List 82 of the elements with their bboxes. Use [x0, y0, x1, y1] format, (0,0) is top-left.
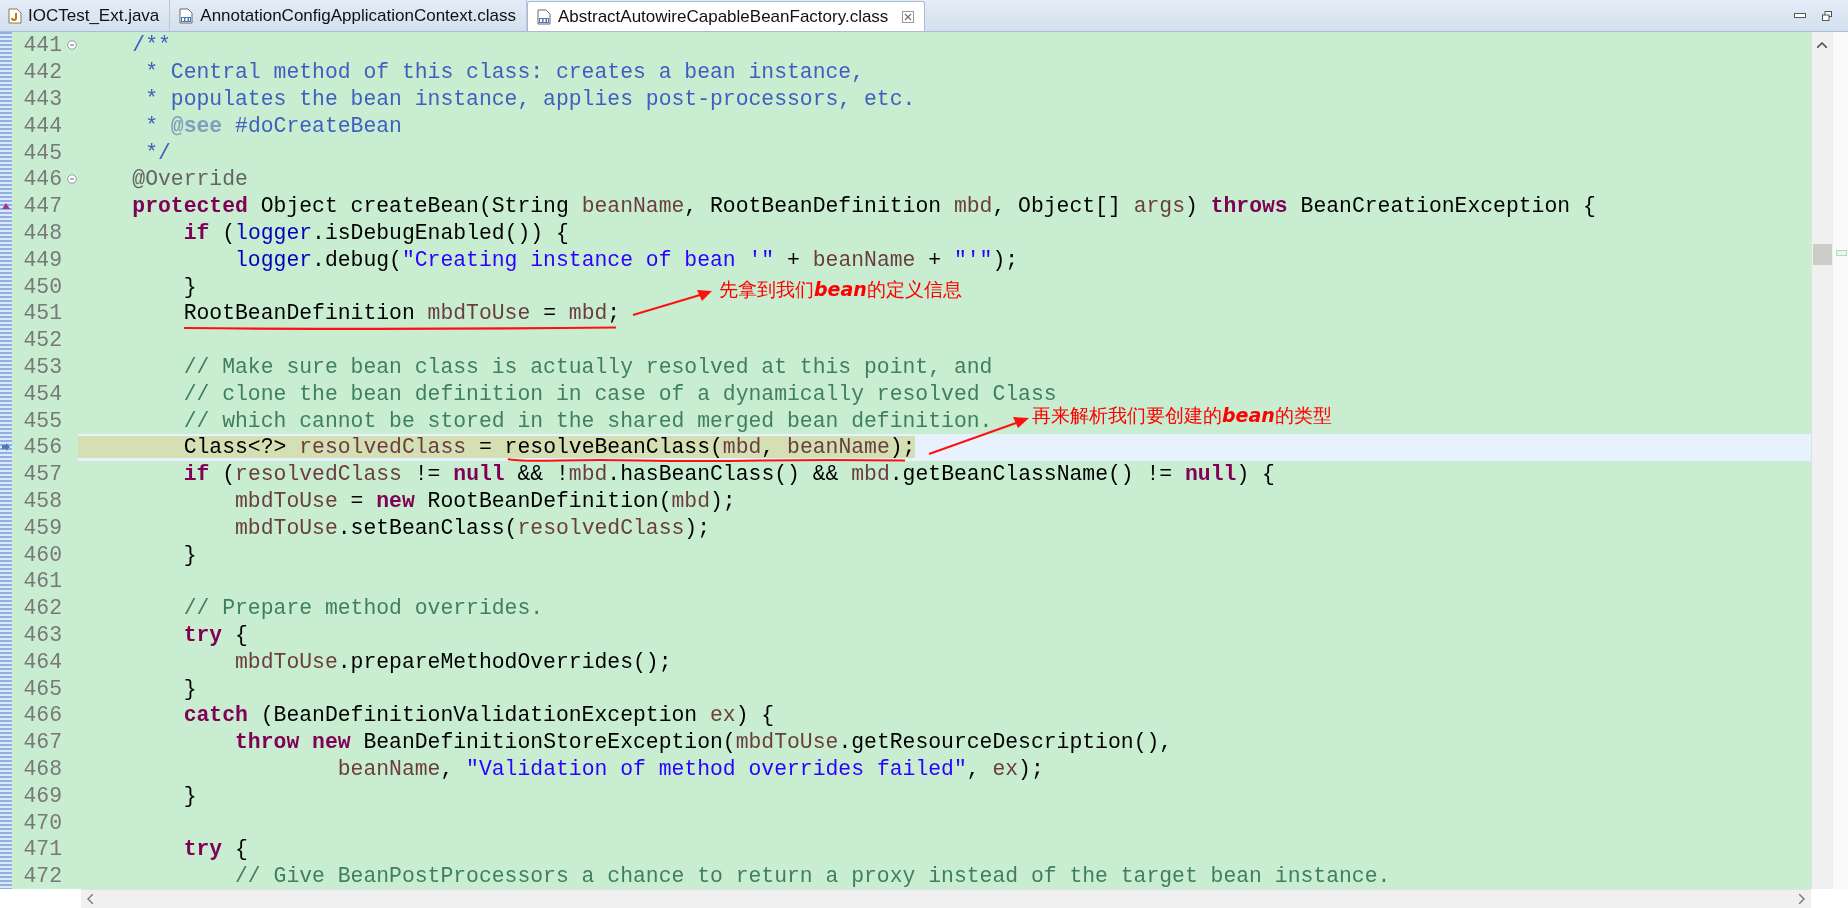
line-number: 455	[22, 409, 62, 432]
line-number: 463	[22, 623, 62, 646]
class-file-icon	[178, 7, 195, 24]
code-line: mbdToUse.prepareMethodOverrides();	[234, 650, 672, 673]
code-line: }	[182, 275, 197, 298]
code-line: // Prepare method overrides.	[182, 597, 544, 620]
line-number: 448	[22, 221, 62, 244]
vertical-scrollbar[interactable]	[1811, 32, 1833, 889]
line-number: 458	[22, 489, 62, 512]
line-number: 441	[22, 34, 62, 57]
line-number: 461	[22, 570, 62, 593]
code-line: /**	[131, 34, 171, 57]
overview-marker[interactable]	[1836, 250, 1847, 256]
close-icon[interactable]	[902, 10, 915, 23]
line-number: 442	[22, 61, 62, 84]
line-number: 467	[22, 731, 62, 754]
horizontal-scrollbar[interactable]	[81, 889, 1811, 908]
arrow-marker-icon	[2, 443, 10, 452]
maximize-icon[interactable]	[1822, 10, 1832, 21]
code-line: catch (BeanDefinitionValidationException ex) {	[182, 704, 775, 727]
editor-tab[interactable]: IOCTest_Ext.java	[0, 0, 171, 31]
line-number: 468	[22, 757, 62, 780]
line-number: 446	[22, 168, 62, 191]
code-line: }	[182, 677, 197, 700]
minimize-icon[interactable]	[1794, 12, 1806, 19]
code-line: try {	[182, 623, 248, 646]
collapse-icon[interactable]	[66, 174, 77, 185]
code-line: mbdToUse.setBeanClass(resolvedClass);	[234, 516, 710, 539]
editor-tab[interactable]: AbstractAutowireCapableBeanFactory.class	[526, 1, 926, 31]
line-number: 462	[22, 597, 62, 620]
code-line: beanName, "Validation of method overrides failed", ex);	[336, 757, 1044, 780]
line-number: 454	[22, 382, 62, 405]
line-number: 466	[22, 704, 62, 727]
line-number: 465	[22, 677, 62, 700]
code-line: * Central method of this class: creates a bean instance,	[144, 61, 865, 84]
class-file-icon	[535, 8, 552, 25]
line-number: 470	[22, 811, 62, 834]
scroll-right-icon[interactable]	[1799, 894, 1805, 904]
code-line: // which cannot be stored in the shared merged bean definition.	[182, 409, 993, 432]
code-line: if (resolvedClass != null && !mbd.hasBeanClass() && mbd.getBeanClassName() != null) {	[182, 463, 1275, 486]
code-line: }	[182, 784, 197, 807]
code-line: // Make sure bean class is actually resolved at this point, and	[182, 355, 993, 378]
line-number: 452	[22, 329, 62, 352]
code-line: * populates the bean instance, applies post-processors, etc.	[144, 88, 916, 110]
line-number: 443	[22, 88, 62, 110]
line-number: 464	[22, 650, 62, 673]
line-number: 471	[22, 838, 62, 861]
code-line: @Override	[131, 168, 248, 191]
code-line: logger.debug("Creating instance of bean '" + beanName + "'");	[234, 248, 1019, 271]
editor-tab[interactable]: AnnotationConfigApplicationContext.class	[170, 0, 527, 31]
code-line: try {	[182, 838, 248, 861]
code-line: // clone the bean definition in case of a dynamically resolved Class	[182, 382, 1057, 405]
line-number: 453	[22, 355, 62, 378]
code-line: throw new BeanDefinitionStoreException(mbdToUse.getResourceDescription(),	[234, 731, 1173, 754]
scrollbar-thumb[interactable]	[1813, 244, 1832, 265]
scroll-up-icon[interactable]	[1817, 42, 1827, 48]
line-number: 450	[22, 275, 62, 298]
code-line: if (logger.isDebugEnabled()) {	[182, 221, 569, 244]
scroll-left-icon[interactable]	[87, 894, 93, 904]
code-line: * @see #doCreateBean	[144, 114, 402, 137]
line-number: 447	[22, 195, 62, 218]
line-number: 449	[22, 248, 62, 271]
collapse-icon[interactable]	[66, 40, 77, 51]
line-number: 445	[22, 141, 62, 164]
line-number: 459	[22, 516, 62, 539]
java-file-icon	[8, 7, 22, 24]
code-line: // Give BeanPostProcessors a chance to return a proxy instead of the target bean instance.	[234, 865, 1391, 888]
code-line: }	[182, 543, 197, 566]
code-line: protected Object createBean(String beanName, RootBeanDefinition mbd, Object[] args) throws BeanCreationException {	[131, 195, 1596, 218]
line-number: 451	[22, 302, 62, 325]
code-line: RootBeanDefinition mbdToUse = mbd;	[182, 302, 621, 325]
line-number: 457	[22, 463, 62, 486]
line-number: 460	[22, 543, 62, 566]
annotation-note: 先拿到我们bean的定义信息	[719, 277, 962, 301]
line-number: 456	[22, 436, 62, 459]
triangle-marker-icon	[2, 203, 10, 210]
code-line: mbdToUse = new RootBeanDefinition(mbd);	[234, 489, 736, 512]
code-line: */	[144, 141, 171, 164]
line-number: 444	[22, 114, 62, 137]
line-number: 472	[22, 865, 62, 888]
line-number: 469	[22, 784, 62, 807]
annotation-note: 再来解析我们要创建的bean的类型	[1032, 403, 1332, 427]
